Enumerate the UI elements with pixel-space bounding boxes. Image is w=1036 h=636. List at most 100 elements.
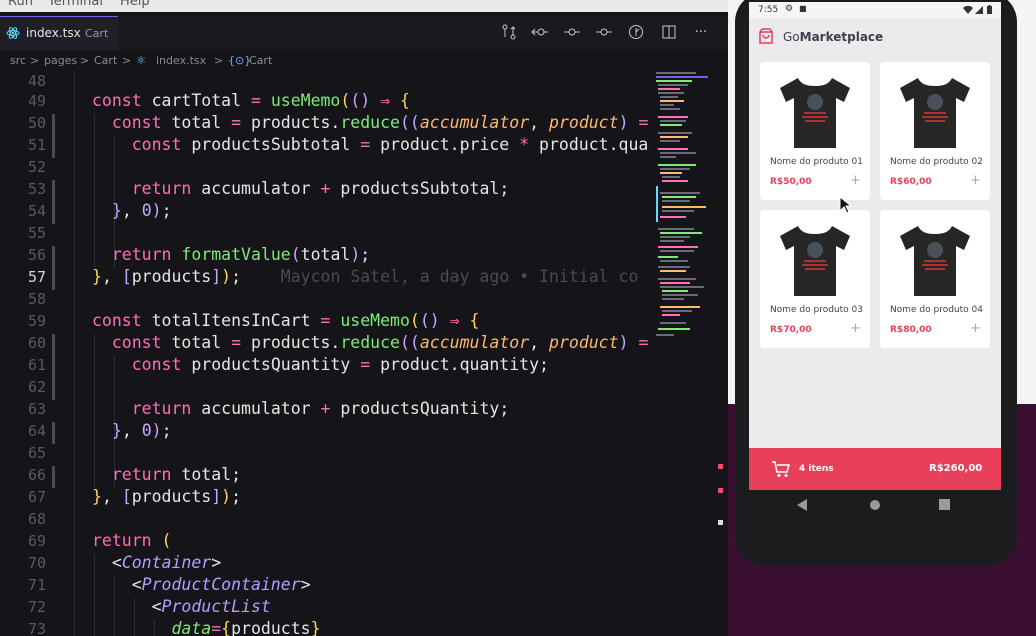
line-number: 56 [27, 246, 46, 264]
line-number: 62 [27, 378, 46, 396]
home-icon[interactable] [869, 499, 881, 511]
notification-icon: ■ [799, 4, 807, 13]
breadcrumb-separator: > [30, 54, 40, 67]
breadcrumb-cart-folder[interactable]: Cart [94, 54, 117, 67]
timeline-dot-icon[interactable] [563, 24, 581, 42]
line-number: 51 [27, 136, 46, 154]
add-to-cart-plus-icon[interactable]: + [970, 321, 981, 336]
menu-terminal[interactable]: Terminal [48, 0, 103, 9]
cart-item-count: 4 itens [799, 464, 834, 474]
breadcrumb-separator: > [80, 54, 90, 67]
floating-cart-bar[interactable]: 4 itens R$260,00 [749, 448, 1001, 490]
code-line: return total; [111, 465, 242, 484]
back-icon[interactable] [797, 499, 807, 511]
split-editor-icon[interactable] [660, 24, 678, 42]
product-card[interactable]: Nome do produto 01 R$50,00 + [760, 62, 870, 200]
battery-icon [987, 5, 992, 14]
line-number: 73 [27, 620, 46, 636]
more-actions-icon[interactable]: ··· [692, 24, 710, 42]
line-number: 65 [27, 444, 46, 462]
product-name: Nome do produto 03 [770, 305, 863, 315]
code-line: <ProductList [92, 597, 271, 616]
cart-icon [772, 461, 791, 477]
breadcrumb-file[interactable]: index.tsx [156, 54, 206, 67]
react-file-icon: ⚛ [136, 54, 146, 67]
status-time: 7:55 [758, 5, 779, 15]
code-line: return accumulator + productsQuantity; [131, 399, 510, 418]
add-to-cart-plus-icon[interactable]: + [850, 173, 861, 188]
line-number: 66 [27, 466, 46, 484]
line-number: 49 [27, 92, 46, 110]
menu-bar: Run Terminal Help [0, 0, 728, 12]
tshirt-product-image [780, 78, 850, 148]
code-line: }, 0); [111, 201, 172, 220]
breadcrumb-symbol[interactable]: Cart [249, 54, 272, 67]
product-price: R$80,00 [890, 325, 932, 335]
settings-icon: ⚙ [785, 4, 794, 14]
breadcrumb-pages[interactable]: pages [44, 54, 77, 67]
editor-scrollbar[interactable] [716, 70, 728, 636]
menu-run[interactable]: Run [8, 0, 33, 9]
line-number: 55 [27, 224, 46, 242]
code-line: const totalItensInCart = useMemo(() ⇒ { [92, 311, 480, 330]
line-number: 69 [27, 532, 46, 550]
cart-total: R$260,00 [929, 463, 983, 474]
code-line: return formatValue(total); [111, 245, 371, 264]
tab-file-description: Cart [85, 27, 109, 40]
code-line: const total = products.reduce((accumulat… [111, 333, 649, 352]
code-editor-window: Run Terminal Help index.tsx Cart ··· src… [0, 0, 728, 636]
line-number: 53 [27, 180, 46, 198]
code-line: <ProductContainer> [92, 575, 311, 594]
wifi-icon [963, 6, 973, 14]
product-card[interactable]: Nome do produto 04 R$80,00 + [880, 210, 990, 348]
phone-screen: 7:55 ⚙ ■ GoMarketplace Nome do produto 0… [749, 2, 1001, 490]
app-title-bold: Marketplace [799, 30, 884, 44]
product-name: Nome do produto 04 [890, 305, 983, 315]
breadcrumb: src > pages > Cart > ⚛ index.tsx > {⊙} C… [0, 50, 728, 70]
code-line: const productsQuantity = product.quantit… [131, 355, 549, 374]
breadcrumb-separator: > [122, 54, 132, 67]
timeline-dot-icon-2[interactable] [595, 24, 613, 42]
app-header: GoMarketplace [749, 18, 1001, 54]
android-status-bar: 7:55 ⚙ ■ [749, 2, 1001, 18]
source-control-icon[interactable] [627, 24, 645, 42]
tab-bar: index.tsx Cart ··· [0, 16, 728, 50]
tab-index-tsx[interactable]: index.tsx Cart [0, 16, 118, 50]
recent-apps-icon[interactable] [939, 499, 950, 510]
line-number: 54 [27, 202, 46, 220]
tab-file-name: index.tsx [26, 26, 81, 40]
code-line: const cartTotal = useMemo(() ⇒ { [92, 91, 410, 110]
line-number: 68 [27, 510, 46, 528]
line-number: 59 [27, 312, 46, 330]
line-number: 64 [27, 422, 46, 440]
mouse-cursor-icon [839, 196, 851, 214]
tshirt-product-image [900, 226, 970, 296]
breadcrumb-src[interactable]: src [10, 54, 26, 67]
product-price: R$50,00 [770, 177, 812, 187]
code-line: return accumulator + productsSubtotal; [131, 179, 510, 198]
go-back-icon[interactable] [531, 24, 549, 42]
git-compare-icon[interactable] [500, 24, 518, 42]
line-number: 60 [27, 334, 46, 352]
code-line: return ( [92, 531, 172, 550]
product-card[interactable]: Nome do produto 03 R$70,00 + [760, 210, 870, 348]
product-card[interactable]: Nome do produto 02 R$60,00 + [880, 62, 990, 200]
symbol-component-icon: {⊙} [228, 54, 252, 67]
add-to-cart-plus-icon[interactable]: + [850, 321, 861, 336]
code-line: }, [products]); [92, 487, 242, 506]
line-number: 58 [27, 290, 46, 308]
product-price: R$60,00 [890, 177, 932, 187]
android-nav-bar [749, 490, 1001, 520]
breadcrumb-separator: > [214, 54, 224, 67]
code-line: <Container> [92, 553, 222, 572]
add-to-cart-plus-icon[interactable]: + [970, 173, 981, 188]
code-editor[interactable]: 48 49 const cartTotal = useMemo(() ⇒ { 50… [0, 70, 650, 636]
app-title-light: Go [783, 30, 800, 44]
tshirt-product-image [900, 78, 970, 148]
git-blame-annotation: Maycon Satel, a day ago • Initial co [280, 267, 639, 286]
shopping-bag-icon [759, 28, 773, 44]
app-title: GoMarketplace [783, 30, 883, 44]
minimap[interactable] [652, 70, 718, 636]
menu-help[interactable]: Help [120, 0, 150, 9]
line-number: 48 [27, 72, 46, 90]
